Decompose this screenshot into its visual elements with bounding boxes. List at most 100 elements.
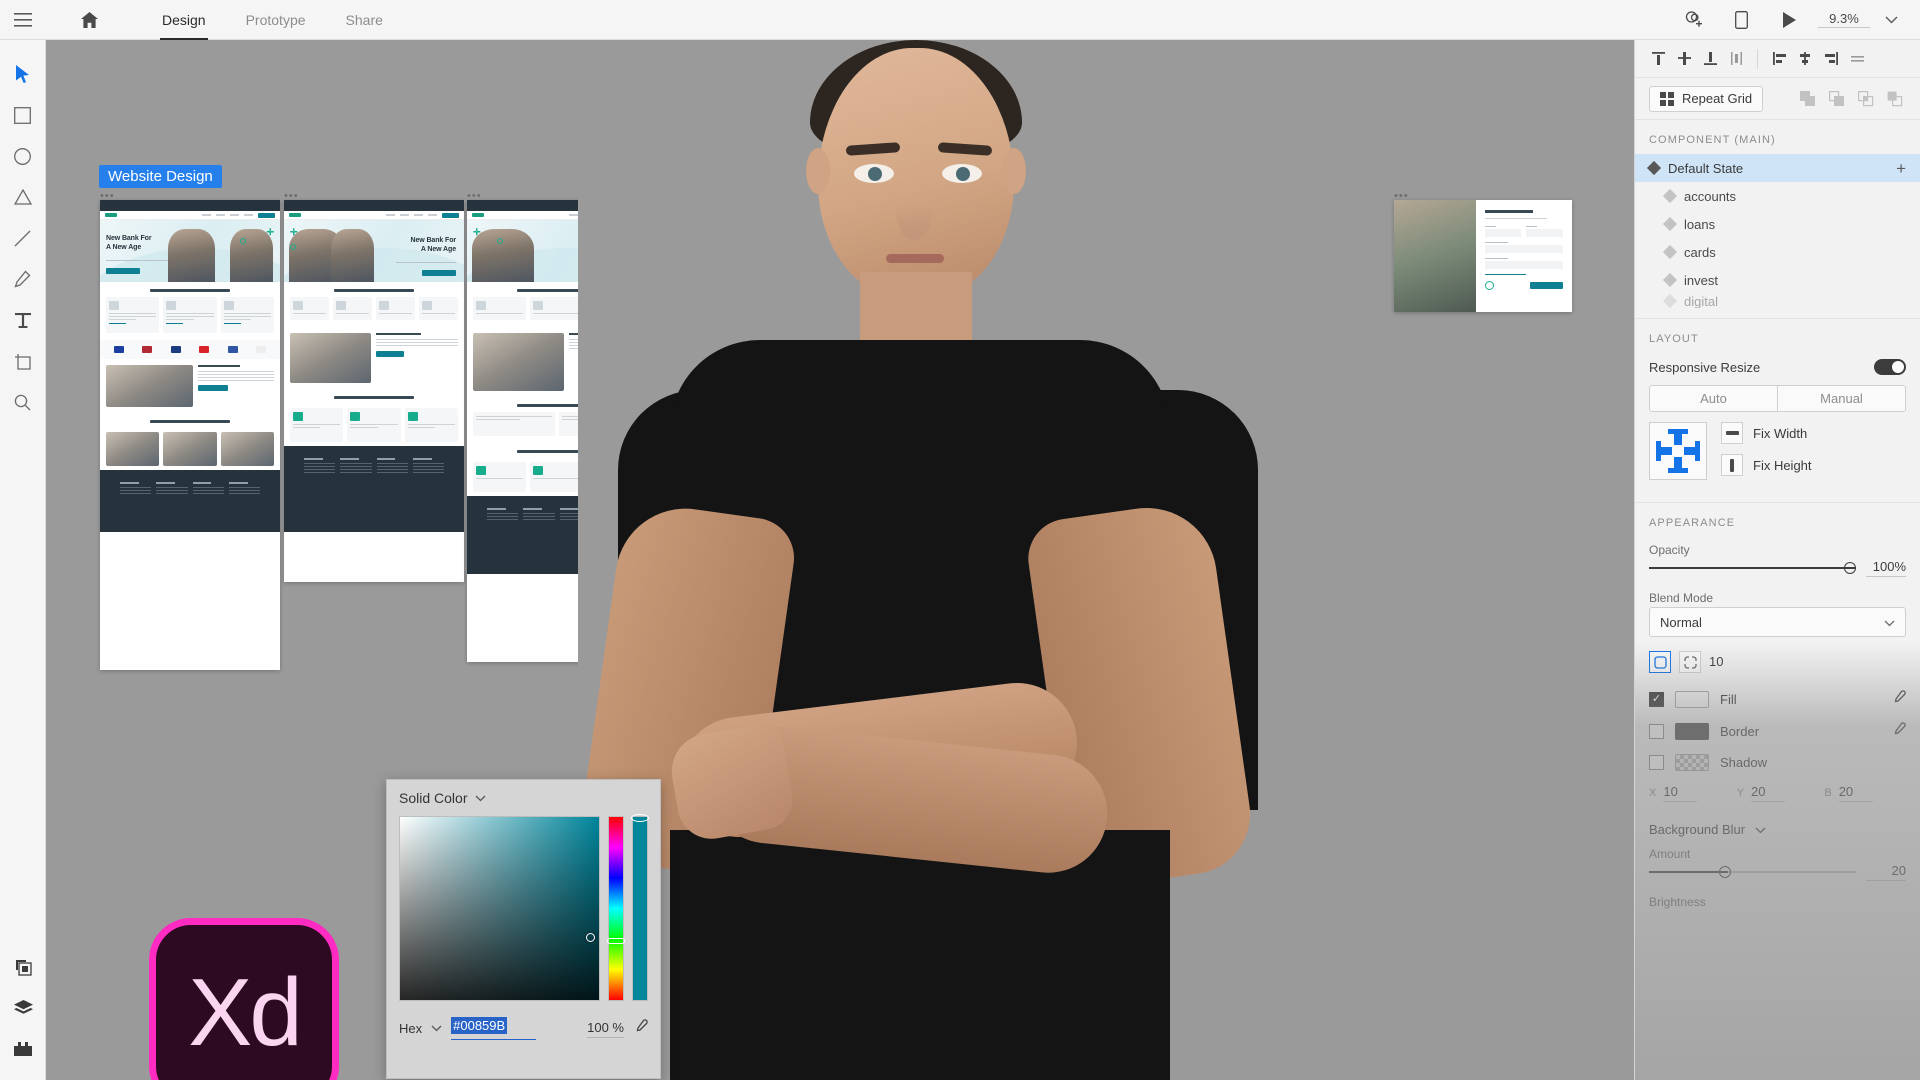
- text-tool[interactable]: [3, 300, 43, 340]
- constraints-widget[interactable]: [1649, 422, 1707, 480]
- blur-amount-value[interactable]: 20: [1866, 863, 1906, 881]
- design-canvas[interactable]: Website Design ••• New Bank For A New Ag…: [46, 40, 1634, 1080]
- eyedropper-icon[interactable]: [633, 1018, 648, 1039]
- responsive-resize-toggle[interactable]: [1874, 359, 1906, 375]
- corner-radius-value[interactable]: 10: [1709, 654, 1739, 671]
- rectangle-tool[interactable]: [3, 95, 43, 135]
- tab-design[interactable]: Design: [142, 0, 226, 40]
- resize-mode-auto[interactable]: Auto: [1650, 386, 1777, 411]
- repeat-grid-icon: [1660, 91, 1674, 106]
- boolean-add-icon[interactable]: [1797, 88, 1819, 110]
- distribute-vertical-icon[interactable]: [1723, 46, 1749, 72]
- polygon-tool[interactable]: [3, 177, 43, 217]
- assets-panel-icon[interactable]: [3, 947, 43, 987]
- boolean-intersect-icon[interactable]: [1855, 88, 1877, 110]
- align-horizontal-center-icon[interactable]: [1792, 46, 1818, 72]
- fix-width-icon[interactable]: [1721, 422, 1743, 444]
- device-preview-icon[interactable]: [1718, 0, 1764, 40]
- fill-checkbox[interactable]: [1649, 691, 1664, 707]
- hex-format-chevron-down-icon[interactable]: [431, 1025, 442, 1032]
- sv-handle[interactable]: [586, 933, 595, 942]
- zoom-tool[interactable]: [3, 382, 43, 422]
- invite-user-icon[interactable]: [1670, 0, 1716, 40]
- uniform-corner-radius-icon[interactable]: [1649, 651, 1671, 673]
- hex-input[interactable]: #00859B: [451, 1017, 508, 1034]
- border-color-swatch[interactable]: [1675, 722, 1709, 740]
- opacity-slider[interactable]: [1649, 561, 1856, 575]
- align-top-icon[interactable]: [1645, 46, 1671, 72]
- individual-corner-radius-icon[interactable]: [1679, 651, 1701, 673]
- state-row-digital[interactable]: digital: [1635, 294, 1920, 308]
- pen-tool[interactable]: [3, 259, 43, 299]
- artboard-label-website-design[interactable]: Website Design: [99, 165, 222, 188]
- resize-mode-manual[interactable]: Manual: [1777, 386, 1905, 411]
- opacity-slider-handle[interactable]: [1844, 562, 1856, 574]
- state-row-cards[interactable]: cards: [1635, 238, 1920, 266]
- hue-slider[interactable]: [607, 816, 625, 1001]
- color-picker-popup[interactable]: Solid Color Hex #00859B 100 %: [386, 779, 661, 1079]
- state-row-loans[interactable]: loans: [1635, 210, 1920, 238]
- fix-size-list: Fix Width Fix Height: [1721, 422, 1812, 476]
- border-label: Border: [1720, 723, 1760, 739]
- layers-panel-icon[interactable]: [3, 988, 43, 1028]
- state-row-invest[interactable]: invest: [1635, 266, 1920, 294]
- shadow-x-value[interactable]: 10: [1663, 784, 1698, 802]
- blend-mode-value: Normal: [1660, 614, 1702, 630]
- ellipse-tool[interactable]: [3, 136, 43, 176]
- fix-height-row[interactable]: Fix Height: [1721, 454, 1812, 476]
- select-tool[interactable]: [3, 54, 43, 94]
- tab-share[interactable]: Share: [326, 0, 403, 40]
- blend-mode-select[interactable]: Normal: [1649, 607, 1906, 637]
- saturation-value-field[interactable]: [399, 816, 600, 1001]
- align-vertical-center-icon[interactable]: [1671, 46, 1697, 72]
- alpha-handle[interactable]: [631, 814, 649, 822]
- color-opacity-value[interactable]: 100 %: [587, 1020, 624, 1038]
- shadow-y-field: Y 20: [1737, 784, 1819, 802]
- tab-prototype[interactable]: Prototype: [226, 0, 326, 40]
- repeat-grid-button[interactable]: Repeat Grid: [1649, 85, 1764, 112]
- line-tool[interactable]: [3, 218, 43, 258]
- shadow-b-value[interactable]: 20: [1838, 784, 1873, 802]
- chevron-down-icon: [476, 795, 486, 801]
- shadow-color-swatch[interactable]: [1675, 754, 1709, 771]
- state-row-default[interactable]: Default State +: [1635, 154, 1920, 182]
- chevron-down-icon: [1884, 615, 1895, 630]
- fill-eyedropper-icon[interactable]: [1891, 690, 1906, 708]
- fix-width-row[interactable]: Fix Width: [1721, 422, 1812, 444]
- artboard-1[interactable]: New Bank For A New Age ✛: [100, 200, 280, 670]
- blur-amount-handle[interactable]: [1719, 866, 1732, 878]
- shadow-row: Shadow: [1635, 747, 1920, 778]
- shadow-blur-field: B 20: [1824, 784, 1906, 802]
- artboard-7-welcome[interactable]: [1394, 200, 1572, 312]
- play-preview-icon[interactable]: [1766, 0, 1812, 40]
- state-row-accounts[interactable]: accounts: [1635, 182, 1920, 210]
- align-right-icon[interactable]: [1818, 46, 1844, 72]
- resize-mode-segmented: Auto Manual: [1649, 385, 1906, 412]
- zoom-chevron-down-icon[interactable]: [1876, 0, 1906, 40]
- color-mode-selector[interactable]: Solid Color: [399, 790, 648, 806]
- fill-color-swatch[interactable]: [1675, 690, 1709, 708]
- boolean-exclude-icon[interactable]: [1884, 88, 1906, 110]
- zoom-level-value[interactable]: 9.3%: [1818, 11, 1870, 28]
- distribute-horizontal-icon[interactable]: [1844, 46, 1870, 72]
- opacity-value[interactable]: 100%: [1866, 559, 1906, 577]
- appearance-section-title: APPEARANCE: [1649, 517, 1736, 529]
- alpha-slider[interactable]: [631, 814, 649, 1001]
- align-bottom-icon[interactable]: [1697, 46, 1723, 72]
- background-blur-row[interactable]: Background Blur: [1635, 812, 1920, 841]
- shadow-checkbox[interactable]: [1649, 755, 1664, 770]
- home-icon[interactable]: [66, 0, 112, 40]
- hue-handle[interactable]: [607, 938, 625, 944]
- blur-amount-slider[interactable]: [1649, 865, 1856, 879]
- border-eyedropper-icon[interactable]: [1891, 722, 1906, 740]
- align-left-icon[interactable]: [1766, 46, 1792, 72]
- shadow-y-value[interactable]: 20: [1751, 784, 1786, 802]
- boolean-subtract-icon[interactable]: [1826, 88, 1848, 110]
- hamburger-menu-icon[interactable]: [0, 0, 46, 40]
- border-checkbox[interactable]: [1649, 723, 1664, 739]
- fix-height-icon[interactable]: [1721, 454, 1743, 476]
- artboard-tool[interactable]: [3, 341, 43, 381]
- artboard-2[interactable]: New Bank For A New Age ✛: [284, 200, 464, 582]
- plugins-panel-icon[interactable]: [3, 1029, 43, 1069]
- add-state-button[interactable]: +: [1896, 160, 1906, 177]
